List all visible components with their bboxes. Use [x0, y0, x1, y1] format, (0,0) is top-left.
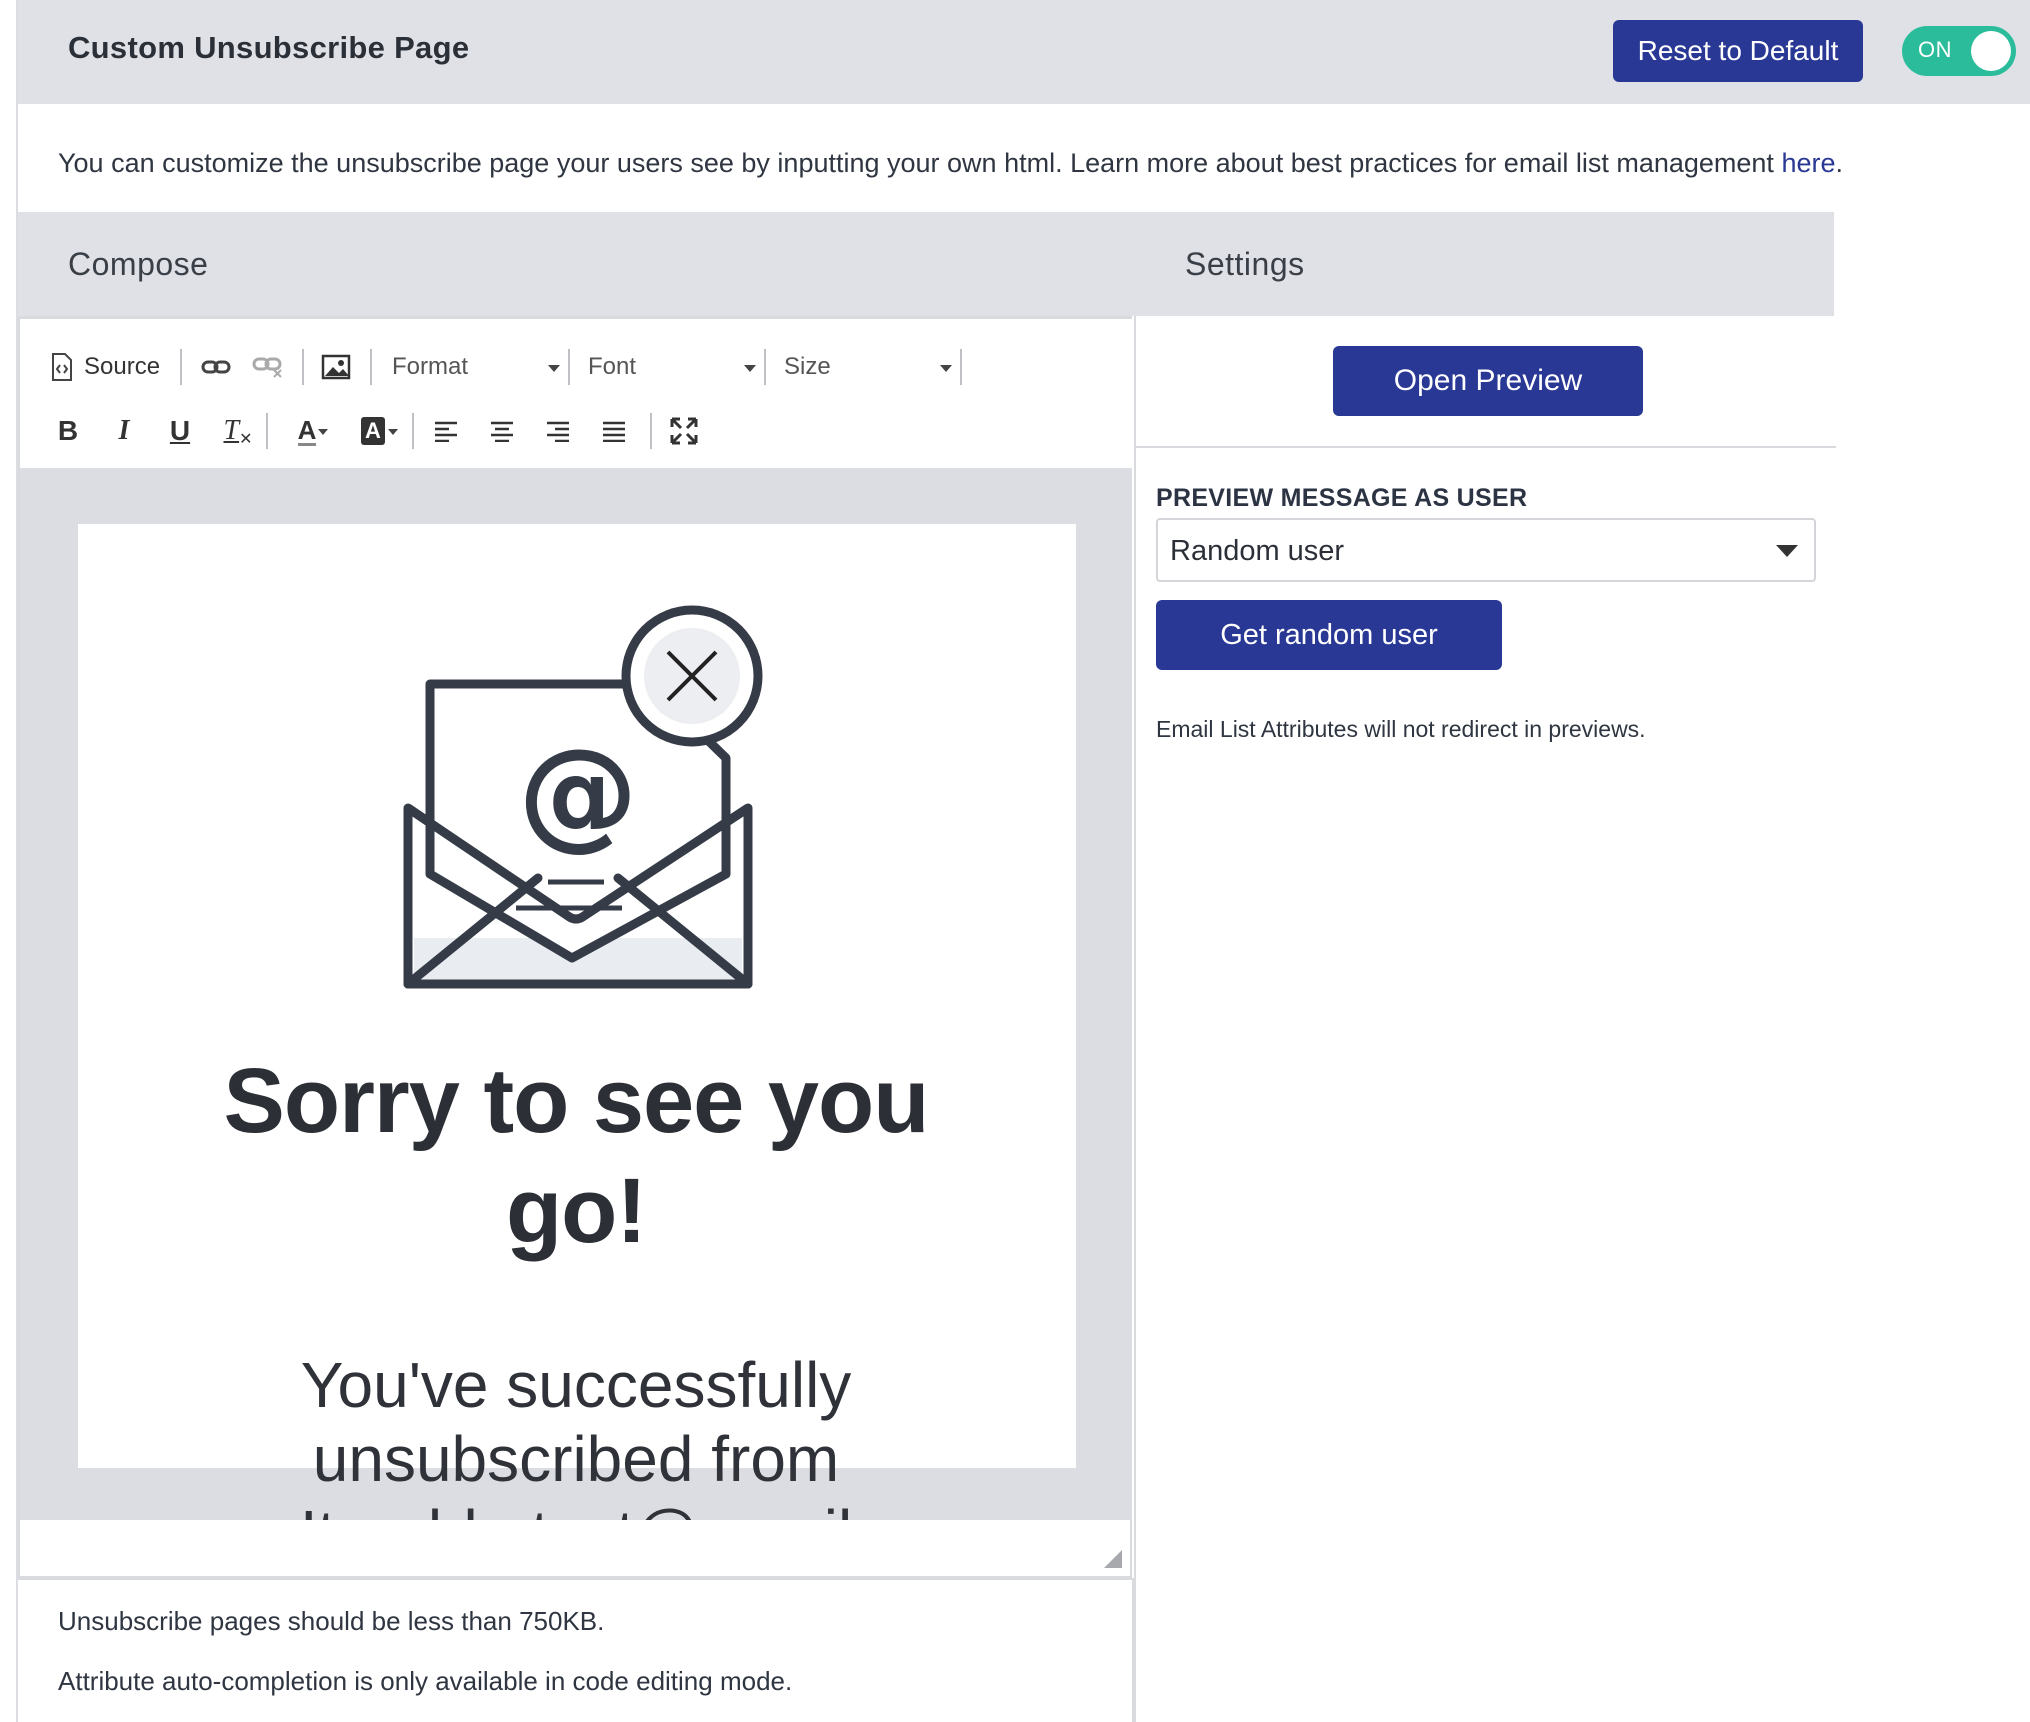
unlink-icon: [252, 357, 282, 378]
tab-bar: Compose Settings: [18, 212, 1834, 316]
toolbar-divider: [960, 349, 962, 385]
text-color-button[interactable]: A: [280, 411, 334, 451]
background-color-button[interactable]: A: [346, 411, 400, 451]
unlink-button[interactable]: [248, 349, 288, 385]
link-button[interactable]: [196, 349, 236, 385]
autocomplete-note: Attribute auto-completion is only availa…: [58, 1666, 793, 1696]
intro-body: You can customize the unsubscribe page y…: [58, 148, 1782, 178]
align-left-icon: [435, 421, 457, 442]
font-dropdown[interactable]: Font: [588, 347, 758, 387]
open-preview-button[interactable]: Open Preview: [1333, 346, 1643, 416]
preview-user-select[interactable]: Random user: [1156, 518, 1816, 582]
toolbar-divider: [180, 349, 182, 385]
svg-text:@: @: [518, 724, 638, 863]
envelope-unsubscribe-illustration: @: [403, 605, 763, 989]
preview-redirect-note: Email List Attributes will not redirect …: [1156, 716, 1646, 742]
source-button[interactable]: Source: [50, 347, 160, 387]
size-dropdown[interactable]: Size: [784, 347, 954, 387]
tab-compose[interactable]: Compose: [68, 246, 208, 283]
selected-user-value: Random user: [1170, 535, 1345, 567]
intro-end: .: [1835, 148, 1843, 178]
size-limit-note: Unsubscribe pages should be less than 75…: [58, 1606, 605, 1636]
subtext-line-3: Iterable test@email: [20, 1496, 1132, 1520]
toolbar-divider: [568, 349, 570, 385]
align-center-button[interactable]: [482, 411, 522, 451]
align-right-button[interactable]: [538, 411, 578, 451]
compose-editor: Source Format Font Size B I U T ✕ A A @ …: [18, 316, 1132, 1578]
learn-more-link[interactable]: here: [1781, 148, 1835, 178]
intro-text: You can customize the unsubscribe page y…: [58, 148, 1843, 179]
link-icon: [201, 360, 231, 374]
editor-footer: Unsubscribe pages should be less than 75…: [18, 1578, 1134, 1722]
align-right-icon: [547, 421, 569, 442]
maximize-icon: [670, 417, 698, 445]
toolbar-divider: [370, 349, 372, 385]
headline-line-1: Sorry to see you: [223, 1050, 930, 1152]
headline-line-2: go!: [505, 1160, 647, 1262]
enable-toggle[interactable]: ON: [1902, 26, 2016, 76]
format-caret-icon: [548, 365, 560, 372]
tab-settings[interactable]: Settings: [1185, 246, 1305, 283]
source-label: Source: [84, 353, 161, 380]
toolbar-divider: [764, 349, 766, 385]
background-color-icon: A: [361, 417, 385, 445]
resize-handle-icon[interactable]: [1104, 1550, 1122, 1568]
page-header: Custom Unsubscribe Page Reset to Default…: [18, 0, 2030, 104]
preview-as-user-label: PREVIEW MESSAGE AS USER: [1156, 484, 1528, 512]
format-dropdown[interactable]: Format: [392, 347, 562, 387]
text-color-icon: A: [297, 414, 317, 446]
remove-format-button[interactable]: T ✕: [216, 411, 260, 451]
text-color-caret-icon: [318, 429, 328, 435]
format-label: Format: [392, 353, 469, 380]
background-color-caret-icon: [388, 429, 398, 435]
font-label: Font: [588, 353, 637, 380]
settings-panel: Open Preview PREVIEW MESSAGE AS USER Ran…: [1134, 316, 1836, 1722]
size-caret-icon: [940, 365, 952, 372]
subtext-line-1: You've successfully: [300, 1349, 852, 1421]
image-icon: [321, 354, 351, 380]
source-icon: [52, 353, 72, 381]
toolbar-divider: [266, 413, 268, 449]
toolbar-divider: [302, 349, 304, 385]
italic-button[interactable]: I: [104, 411, 144, 451]
align-left-button[interactable]: [426, 411, 466, 451]
maximize-button[interactable]: [664, 411, 704, 451]
settings-divider: [1136, 446, 1836, 448]
justify-icon: [603, 421, 625, 442]
toolbar-divider: [650, 413, 652, 449]
editor-toolbar: Source Format Font Size B I U T ✕ A A: [20, 316, 1132, 468]
size-label: Size: [784, 353, 831, 380]
toggle-knob: [1971, 31, 2011, 71]
font-caret-icon: [744, 365, 756, 372]
subtext-line-2: unsubscribed from: [312, 1423, 840, 1495]
unsubscribe-page-settings: Custom Unsubscribe Page Reset to Default…: [16, 0, 2030, 1722]
toggle-label: ON: [1918, 37, 1952, 62]
remove-format-icon: T: [223, 415, 240, 446]
bold-button[interactable]: B: [48, 411, 88, 451]
image-button[interactable]: [316, 347, 356, 387]
get-random-user-button[interactable]: Get random user: [1156, 600, 1502, 670]
reset-to-default-button[interactable]: Reset to Default: [1613, 20, 1863, 82]
editor-content-area[interactable]: @ Sorry to see you go! You've successful…: [20, 468, 1132, 1520]
underline-button[interactable]: U: [160, 411, 200, 451]
toolbar-divider: [412, 413, 414, 449]
page-title: Custom Unsubscribe Page: [68, 30, 470, 65]
justify-button[interactable]: [594, 411, 634, 451]
chevron-down-icon: [1776, 545, 1798, 557]
align-center-icon: [491, 421, 513, 442]
